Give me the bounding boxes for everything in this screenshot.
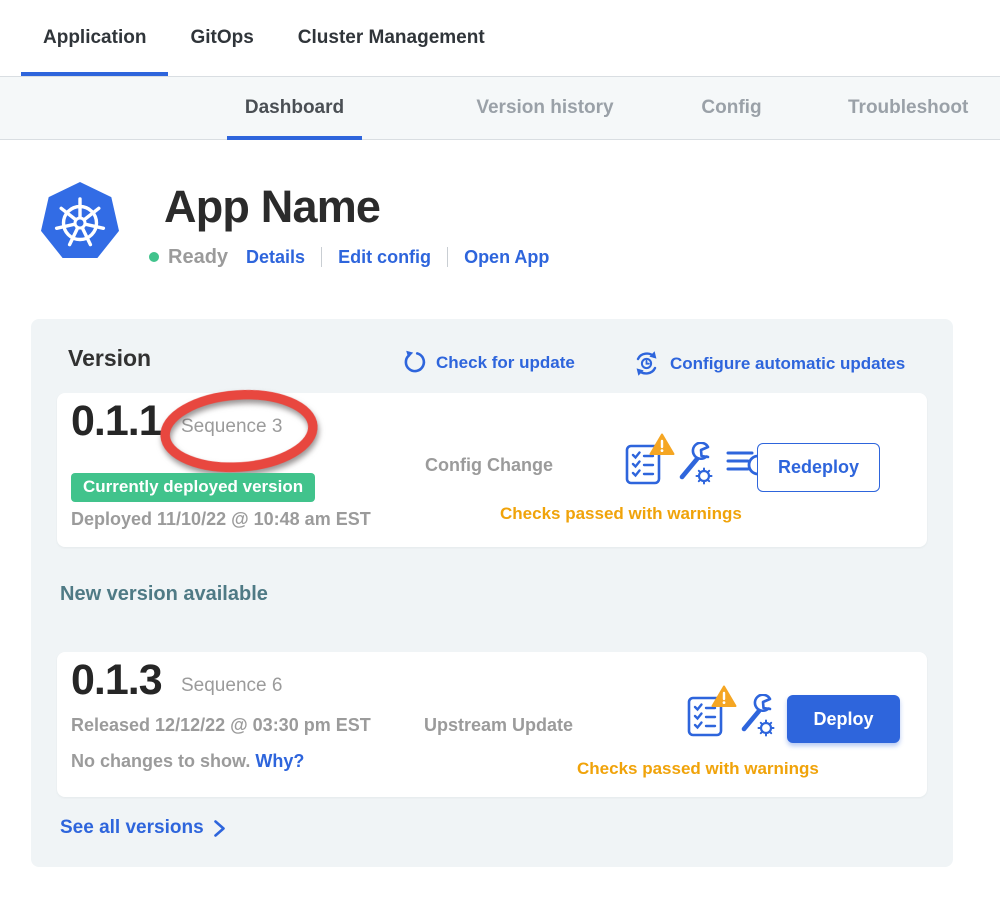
status-badge: Ready	[168, 246, 228, 269]
configure-automatic-updates-label: Configure automatic updates	[670, 354, 905, 374]
release-source-label: Upstream Update	[424, 715, 573, 736]
configure-automatic-updates-link[interactable]: Configure automatic updates	[632, 350, 905, 377]
kubernetes-logo-icon	[38, 180, 122, 264]
version-section: Version Check for update Configure autom…	[31, 319, 953, 867]
wrench-gear-icon[interactable]	[674, 442, 714, 486]
divider	[321, 247, 322, 267]
new-version-number: 0.1.3	[71, 656, 162, 705]
auto-update-clock-icon	[632, 350, 661, 377]
released-timestamp: Released 12/12/22 @ 03:30 pm EST	[71, 715, 371, 736]
subnav-troubleshoot-label: Troubleshoot	[848, 97, 968, 119]
new-sequence-label: Sequence 6	[181, 675, 282, 697]
tab-gitops[interactable]: GitOps	[168, 0, 275, 76]
subnav-config-label: Config	[701, 97, 761, 119]
tab-cluster-management-label: Cluster Management	[298, 27, 485, 49]
no-changes-text: No changes to show. Why?	[71, 751, 304, 772]
no-changes-label: No changes to show.	[71, 751, 250, 771]
checks-status-text: Checks passed with warnings	[577, 759, 819, 779]
release-check-icons	[624, 442, 770, 486]
release-source-label: Config Change	[425, 455, 553, 476]
deploy-button[interactable]: Deploy	[787, 695, 900, 743]
preflight-checklist-icon[interactable]	[686, 694, 724, 738]
preflight-checklist-icon[interactable]	[624, 442, 662, 486]
refresh-icon	[402, 350, 427, 375]
warning-triangle-icon	[711, 685, 737, 708]
warning-triangle-icon	[649, 433, 675, 456]
tab-cluster-management[interactable]: Cluster Management	[276, 0, 507, 76]
tab-gitops-label: GitOps	[190, 27, 253, 49]
page-title: App Name	[164, 181, 380, 233]
release-check-icons	[686, 694, 776, 738]
chevron-right-icon	[213, 819, 226, 838]
subnav-tab-troubleshoot[interactable]: Troubleshoot	[848, 77, 1000, 139]
see-all-versions-label: See all versions	[60, 817, 204, 839]
primary-nav: Application GitOps Cluster Management	[0, 0, 1000, 76]
current-sequence-label: Sequence 3	[181, 416, 282, 438]
see-all-versions-link[interactable]: See all versions	[60, 817, 226, 839]
app-subnav: Dashboard Version history Config Trouble…	[0, 76, 1000, 140]
check-for-update-label: Check for update	[436, 353, 575, 373]
current-version-number: 0.1.1	[71, 397, 162, 446]
subnav-version-history-label: Version history	[476, 97, 613, 119]
deployed-timestamp: Deployed 11/10/22 @ 10:48 am EST	[71, 509, 371, 530]
version-heading: Version	[68, 345, 151, 372]
status-dot-icon	[149, 252, 159, 262]
tab-application-label: Application	[43, 27, 146, 49]
new-release-card: 0.1.3 Sequence 6 Released 12/12/22 @ 03:…	[57, 652, 927, 797]
currently-deployed-badge: Currently deployed version	[71, 473, 315, 502]
tab-application[interactable]: Application	[21, 0, 168, 76]
divider	[447, 247, 448, 267]
wrench-gear-icon[interactable]	[736, 694, 776, 738]
subnav-tab-dashboard[interactable]: Dashboard	[227, 77, 362, 139]
open-app-link[interactable]: Open App	[464, 247, 549, 268]
app-status-row: Ready Details Edit config Open App	[149, 244, 549, 270]
new-version-heading: New version available	[60, 583, 268, 606]
details-link[interactable]: Details	[246, 247, 305, 268]
why-link[interactable]: Why?	[255, 751, 304, 771]
subnav-tab-config[interactable]: Config	[682, 77, 781, 139]
edit-config-link[interactable]: Edit config	[338, 247, 431, 268]
check-for-update-link[interactable]: Check for update	[402, 350, 575, 375]
subnav-tab-version-history[interactable]: Version history	[462, 77, 628, 139]
subnav-dashboard-label: Dashboard	[245, 97, 344, 119]
checks-status-text: Checks passed with warnings	[500, 504, 742, 524]
current-release-card: 0.1.1 Sequence 3 Currently deployed vers…	[57, 393, 927, 547]
redeploy-button[interactable]: Redeploy	[757, 443, 880, 492]
